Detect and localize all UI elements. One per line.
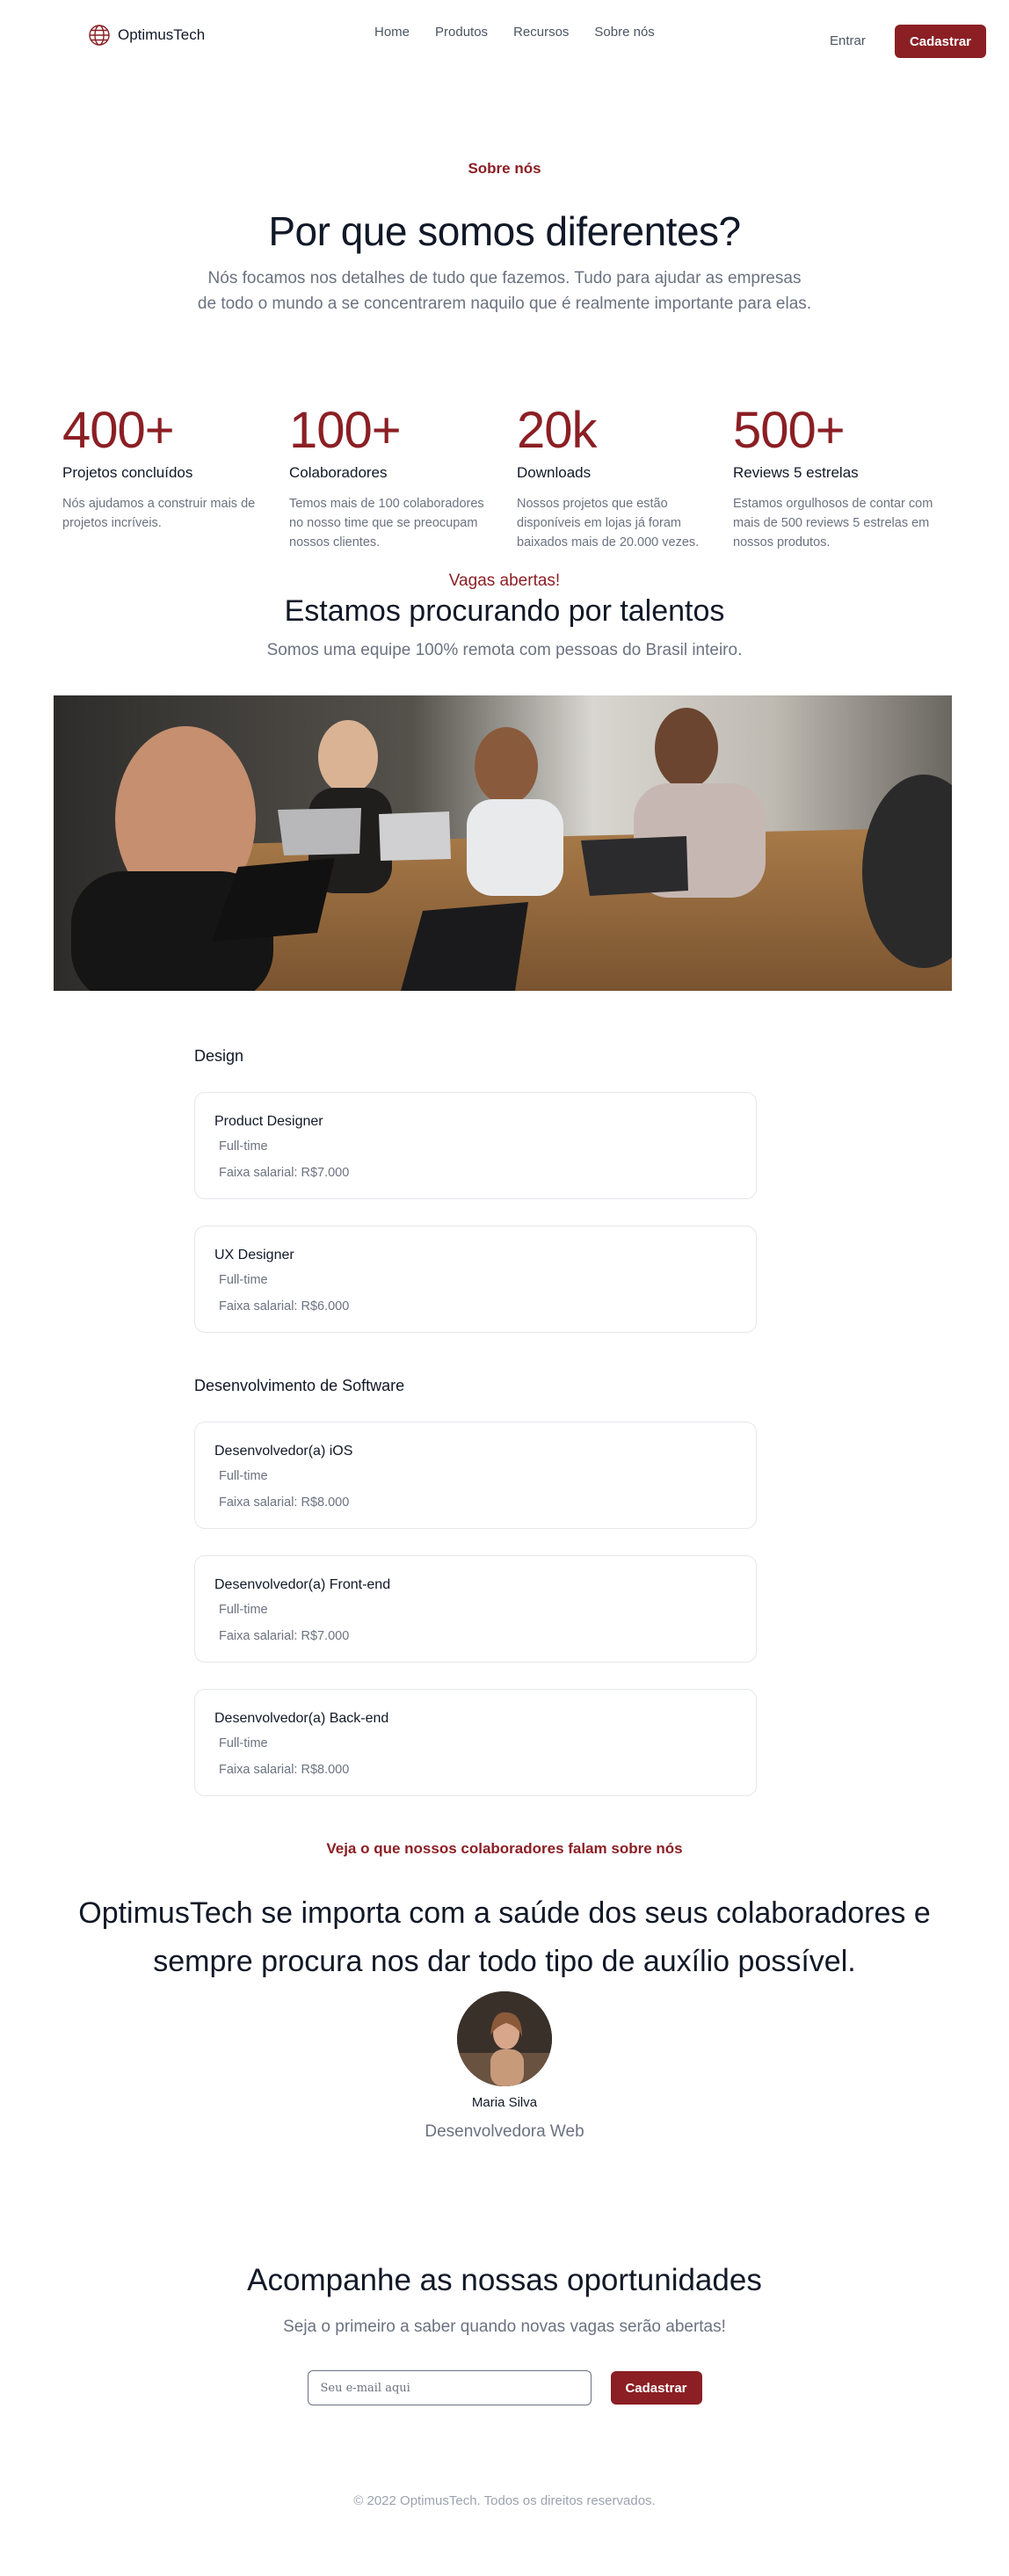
job-type: Full-time <box>219 1469 268 1483</box>
copyright-text: © 2022 OptimusTech. Todos os direitos re… <box>353 2493 656 2508</box>
stat-downloads: 20k Downloads Nossos projetos que estão … <box>517 404 728 552</box>
jobs-eyebrow: Vagas abertas! <box>448 571 561 590</box>
testimonial-section: Veja o que nossos colaboradores falam so… <box>0 1840 1009 2142</box>
job-type: Full-time <box>219 1139 268 1153</box>
jobs-subtitle: Somos uma equipe 100% remota com pessoas… <box>266 641 743 659</box>
job-salary: Faixa salarial: R$8.000 <box>219 1495 350 1510</box>
stat-value: 400+ <box>62 402 175 459</box>
newsletter-section: Acompanhe as nossas oportunidades Seja o… <box>0 2263 1009 2405</box>
job-card[interactable]: Desenvolvedor(a) iOS Full-time Faixa sal… <box>194 1422 757 1529</box>
job-card[interactable]: UX Designer Full-time Faixa salarial: R$… <box>194 1226 757 1333</box>
department-software: Desenvolvimento de Software Desenvolvedo… <box>194 1377 757 1796</box>
nav-link-sobre-nos[interactable]: Sobre nós <box>594 25 654 40</box>
stat-description: Estamos orgulhosos de contar com mais de… <box>733 497 933 549</box>
main-menu: Home Produtos Recursos Sobre nós <box>374 25 655 40</box>
nav-link-produtos[interactable]: Produtos <box>435 25 488 40</box>
job-title: Desenvolvedor(a) Front-end <box>214 1577 391 1592</box>
newsletter-title: Acompanhe as nossas oportunidades <box>247 2263 762 2297</box>
email-input[interactable] <box>307 2370 592 2405</box>
stat-label: Reviews 5 estrelas <box>733 464 859 481</box>
testimonial-role: Desenvolvedora Web <box>425 2122 584 2141</box>
avatar <box>457 1991 552 2086</box>
job-card[interactable]: Desenvolvedor(a) Front-end Full-time Fai… <box>194 1555 757 1663</box>
stat-value: 500+ <box>733 402 846 459</box>
job-card[interactable]: Product Designer Full-time Faixa salaria… <box>194 1092 757 1199</box>
stats-section: 400+ Projetos concluídos Nós ajudamos a … <box>0 317 1009 571</box>
testimonial-eyebrow: Veja o que nossos colaboradores falam so… <box>326 1840 683 1857</box>
job-type: Full-time <box>219 1736 268 1750</box>
globe-icon <box>88 24 111 47</box>
department-design: Design Product Designer Full-time Faixa … <box>194 1047 757 1333</box>
job-salary: Faixa salarial: R$6.000 <box>219 1299 350 1313</box>
nav-link-home[interactable]: Home <box>374 25 410 40</box>
job-title: Desenvolvedor(a) Back-end <box>214 1711 389 1726</box>
stat-description: Temos mais de 100 colaboradores no nosso… <box>289 497 484 549</box>
stat-value: 20k <box>517 402 598 459</box>
stat-label: Projetos concluídos <box>62 464 193 481</box>
job-listings: Design Product Designer Full-time Faixa … <box>194 1047 757 1796</box>
stat-description: Nós ajudamos a construir mais de projeto… <box>62 497 256 530</box>
stat-reviews: 500+ Reviews 5 estrelas Estamos orgulhos… <box>733 404 944 552</box>
stat-value: 100+ <box>289 402 402 459</box>
job-title: UX Designer <box>214 1248 294 1263</box>
job-card[interactable]: Desenvolvedor(a) Back-end Full-time Faix… <box>194 1689 757 1796</box>
job-salary: Faixa salarial: R$7.000 <box>219 1166 350 1180</box>
stat-label: Colaboradores <box>289 464 388 481</box>
nav-link-recursos[interactable]: Recursos <box>513 25 569 40</box>
job-type: Full-time <box>219 1273 268 1287</box>
stat-projects: 400+ Projetos concluídos Nós ajudamos a … <box>62 404 273 533</box>
hero-title: Por que somos diferentes? <box>268 208 741 254</box>
department-title: Desenvolvimento de Software <box>194 1377 405 1394</box>
job-salary: Faixa salarial: R$7.000 <box>219 1629 350 1643</box>
top-navbar: OptimusTech Home Produtos Recursos Sobre… <box>0 0 1009 84</box>
jobs-title: Estamos procurando por talentos <box>284 594 725 628</box>
newsletter-subtitle: Seja o primeiro a saber quando novas vag… <box>283 2318 726 2336</box>
team-photo <box>54 695 952 991</box>
stat-collaborators: 100+ Colaboradores Temos mais de 100 col… <box>289 404 500 552</box>
stat-label: Downloads <box>517 464 592 481</box>
signup-button[interactable]: Cadastrar <box>895 25 986 58</box>
hero-subtitle: Nós focamos nos detalhes de tudo que faz… <box>197 269 812 313</box>
job-type: Full-time <box>219 1603 268 1617</box>
testimonial-name: Maria Silva <box>471 2095 538 2110</box>
brand-logo[interactable]: OptimusTech <box>88 24 205 47</box>
testimonial-quote: OptimusTech se importa com a saúde dos s… <box>78 1896 931 1978</box>
about-hero: Sobre nós Por que somos diferentes? Nós … <box>0 84 1009 317</box>
job-title: Desenvolvedor(a) iOS <box>214 1444 353 1459</box>
job-title: Product Designer <box>214 1114 323 1129</box>
brand-name: OptimusTech <box>118 26 206 43</box>
job-salary: Faixa salarial: R$8.000 <box>219 1763 350 1777</box>
login-link[interactable]: Entrar <box>830 33 866 48</box>
department-title: Design <box>194 1047 244 1065</box>
stat-description: Nossos projetos que estão disponíveis em… <box>517 497 700 549</box>
hero-eyebrow: Sobre nós <box>468 160 541 177</box>
jobs-intro: Vagas abertas! Estamos procurando por ta… <box>0 571 1009 660</box>
newsletter-submit-button[interactable]: Cadastrar <box>610 2371 702 2405</box>
footer: © 2022 OptimusTech. Todos os direitos re… <box>0 2493 1009 2543</box>
newsletter-form: Cadastrar <box>0 2370 1009 2405</box>
